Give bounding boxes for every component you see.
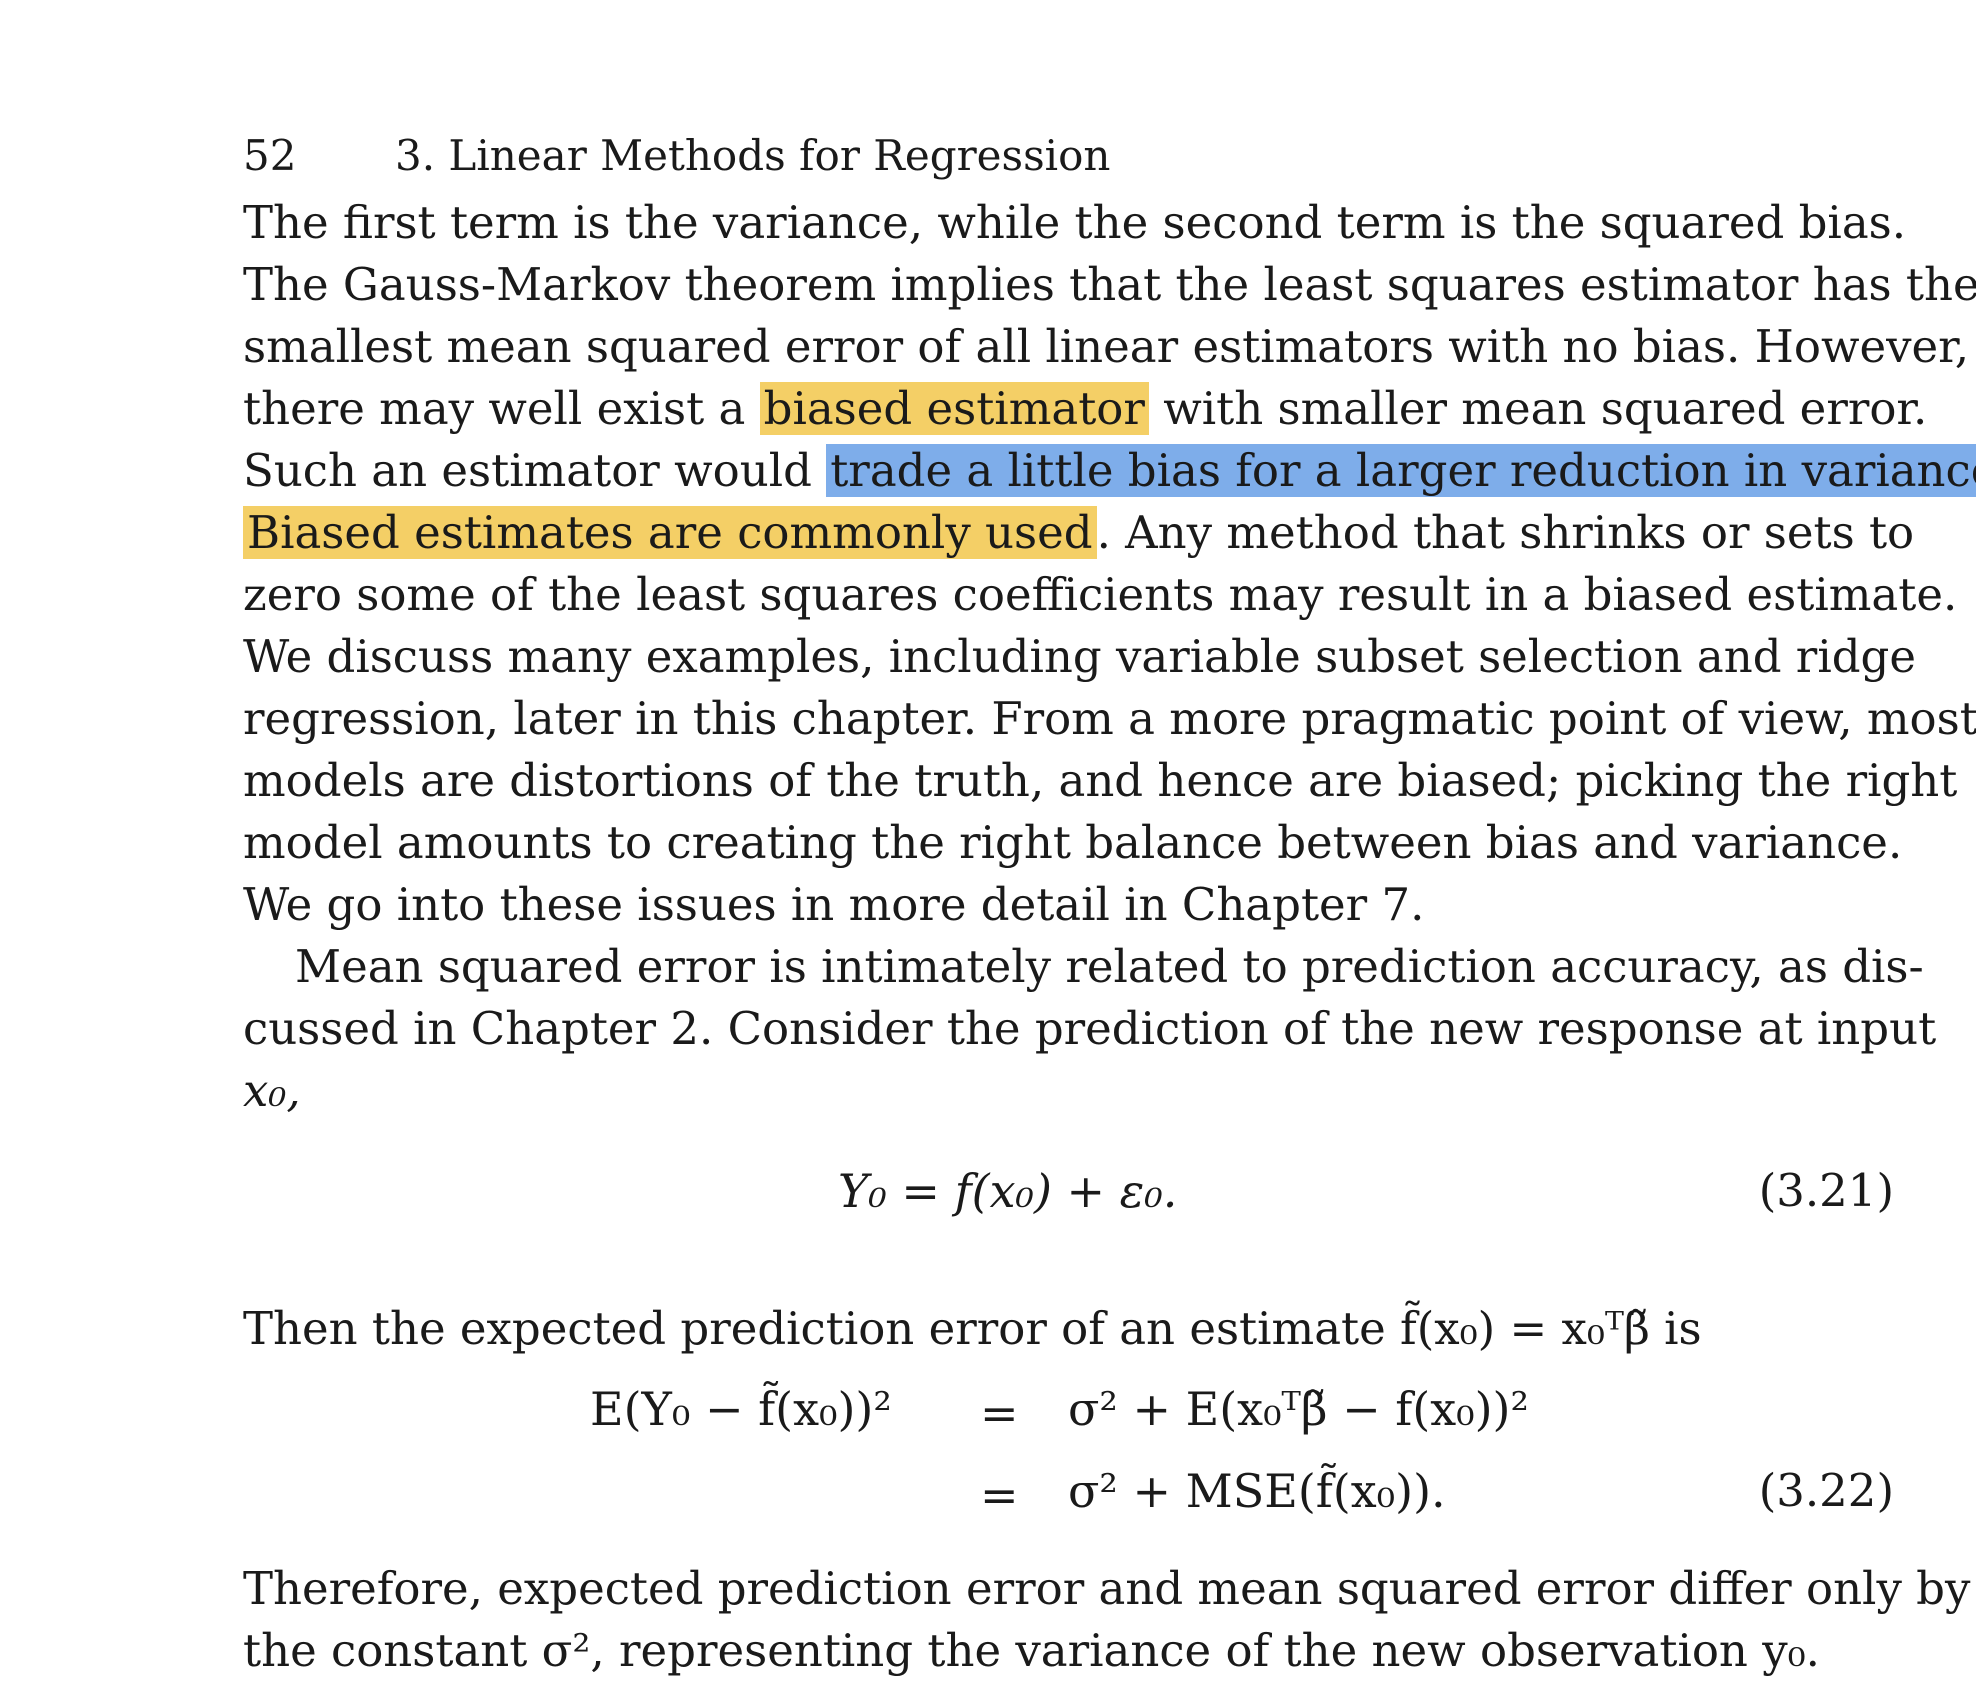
text-line[interactable]: models are distortions of the truth, and… <box>243 750 1957 812</box>
text-line[interactable]: The Gauss-Markov theorem implies that th… <box>243 254 1976 316</box>
text-span: Such an estimator would <box>243 444 812 497</box>
text-line[interactable]: the constant σ², representing the varian… <box>243 1620 1895 1682</box>
text-line[interactable]: there may well exist a biased estimator … <box>243 378 1927 440</box>
text-line[interactable]: The first term is the variance, while th… <box>243 192 1906 254</box>
book-page: 52 3. Linear Methods for Regression The f… <box>0 0 1976 1692</box>
equation-number: (3.21) <box>1758 1164 1894 1217</box>
text-line[interactable]: model amounts to creating the right bala… <box>243 812 1902 874</box>
text-line[interactable]: cussed in Chapter 2. Consider the predic… <box>243 998 1936 1060</box>
text-line[interactable]: Then the expected prediction error of an… <box>243 1298 1895 1360</box>
equals-sign: = <box>980 1386 1019 1440</box>
equation-number: (3.22) <box>1758 1464 1894 1517</box>
text-line[interactable]: regression, later in this chapter. From … <box>243 688 1976 750</box>
page-number: 52 <box>243 131 297 180</box>
text-line[interactable]: Mean squared error is intimately related… <box>295 936 1924 998</box>
equation-3-21[interactable]: Y₀ = f(x₀) + ε₀. <box>838 1160 1177 1222</box>
highlight-yellow[interactable]: biased estimator <box>759 382 1149 435</box>
equals-sign: = <box>980 1468 1019 1522</box>
text-span: . Any method that shrinks or sets to <box>1096 506 1915 559</box>
text-span: with smaller mean squared error. <box>1163 382 1928 435</box>
running-header: 52 3. Linear Methods for Regression <box>243 128 1110 184</box>
highlight-blue[interactable]: trade a little bias for a larger reducti… <box>826 444 1976 497</box>
highlight-yellow[interactable]: Biased estimates are commonly used <box>243 506 1097 559</box>
text-line[interactable]: Therefore, expected prediction error and… <box>243 1558 1970 1620</box>
text-line[interactable]: zero some of the least squares coefficie… <box>243 564 1957 626</box>
equation-lhs[interactable]: E(Y₀ − f̃(x₀))² <box>590 1378 892 1440</box>
equation-rhs-2[interactable]: σ² + MSE(f̃(x₀)). <box>1068 1460 1446 1522</box>
text-line[interactable]: smallest mean squared error of all linea… <box>243 316 1969 378</box>
text-line[interactable]: We go into these issues in more detail i… <box>243 874 1895 936</box>
text-line[interactable]: We discuss many examples, including vari… <box>243 626 1916 688</box>
text-span: there may well exist a <box>243 382 746 435</box>
text-line[interactable]: x₀, <box>243 1060 1895 1122</box>
text-line[interactable]: Such an estimator would trade a little b… <box>243 440 1976 502</box>
equation-rhs-1[interactable]: σ² + E(x₀ᵀβ̃ − f(x₀))² <box>1068 1378 1529 1440</box>
chapter-title: 3. Linear Methods for Regression <box>395 131 1111 180</box>
text-line[interactable]: Biased estimates are commonly used. Any … <box>243 502 1914 564</box>
